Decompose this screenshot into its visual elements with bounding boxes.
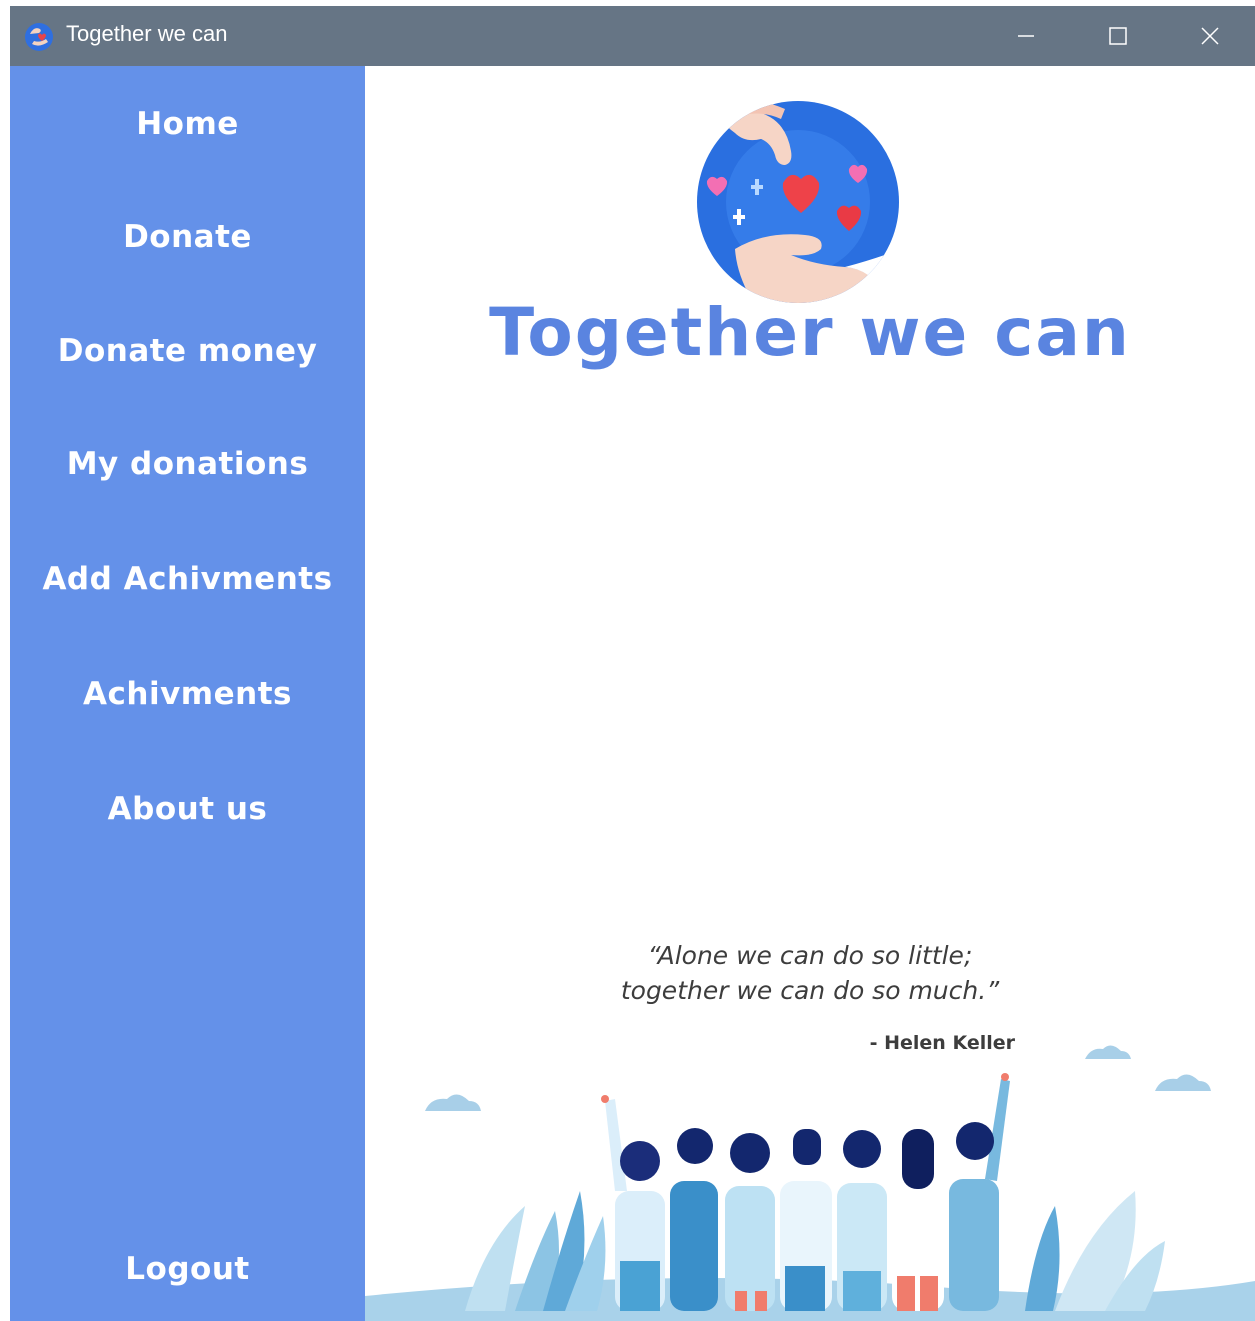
app-window: Together we can Home Donate Donate money… — [10, 6, 1255, 1321]
group-of-people-embracing-illustration — [365, 1045, 1255, 1321]
minimize-button[interactable] — [980, 6, 1072, 66]
brand-title: Together we can — [489, 294, 1131, 371]
app-logo-icon — [25, 23, 53, 51]
main-content: Together we can “Alone we can do so litt… — [365, 66, 1255, 1321]
minimize-icon — [1018, 35, 1034, 37]
quote-line-1: “Alone we can do so little; — [647, 941, 973, 970]
quote-line-2: together we can do so much.” — [620, 976, 1000, 1005]
maximize-icon — [1109, 27, 1127, 45]
nav-add-achivments[interactable]: Add Achivments — [10, 561, 365, 597]
window-title: Together we can — [66, 21, 228, 46]
nav-about-us[interactable]: About us — [10, 791, 365, 827]
nav-achivments[interactable]: Achivments — [10, 676, 365, 712]
close-icon — [1201, 27, 1219, 45]
sidebar: Home Donate Donate money My donations Ad… — [10, 66, 365, 1321]
title-bar: Together we can — [10, 6, 1255, 66]
nav-home[interactable]: Home — [10, 106, 365, 142]
maximize-button[interactable] — [1072, 6, 1164, 66]
nav-donate-money[interactable]: Donate money — [10, 333, 365, 369]
nav-donate[interactable]: Donate — [10, 219, 365, 255]
logout-button[interactable]: Logout — [10, 1251, 365, 1287]
close-button[interactable] — [1164, 6, 1255, 66]
heart-giving-hands-icon — [697, 101, 899, 303]
nav-my-donations[interactable]: My donations — [10, 446, 365, 482]
quote-text: “Alone we can do so little; together we … — [365, 938, 1255, 1008]
